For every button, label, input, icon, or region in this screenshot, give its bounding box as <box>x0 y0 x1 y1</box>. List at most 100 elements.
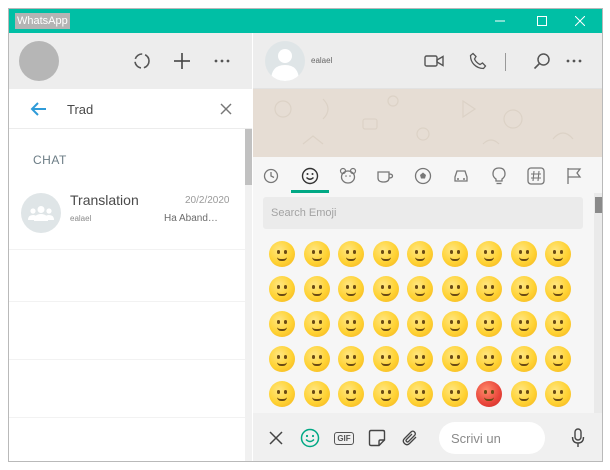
emoji-button[interactable] <box>369 236 404 271</box>
emoji-button[interactable] <box>403 341 438 376</box>
emoji-button[interactable] <box>265 236 300 271</box>
microphone-icon[interactable] <box>567 427 589 449</box>
scrollbar-thumb[interactable] <box>595 197 602 213</box>
emoji-icon <box>407 240 434 267</box>
message-input[interactable] <box>439 422 545 454</box>
symbols-icon[interactable] <box>525 165 547 187</box>
emoji-button[interactable] <box>369 271 404 306</box>
emoji-button[interactable] <box>507 306 542 341</box>
emoji-button[interactable] <box>507 376 542 411</box>
emoji-button[interactable] <box>300 341 335 376</box>
search-bar <box>9 89 252 129</box>
emoji-button[interactable] <box>334 306 369 341</box>
emoji-button[interactable] <box>334 341 369 376</box>
voice-call-icon[interactable] <box>467 50 489 72</box>
emoji-button[interactable] <box>265 271 300 306</box>
emoji-icon <box>338 345 365 372</box>
emoji-button[interactable] <box>472 236 507 271</box>
emoji-button[interactable] <box>403 306 438 341</box>
close-icon[interactable] <box>265 427 287 449</box>
search-input[interactable] <box>67 102 207 117</box>
emoji-button[interactable] <box>334 236 369 271</box>
list-item[interactable]: Translation 20/2/2020 ealael Ha Aband… <box>9 181 245 249</box>
emoji-button[interactable] <box>541 306 576 341</box>
emoji-button[interactable] <box>541 236 576 271</box>
emoji-button[interactable] <box>369 376 404 411</box>
emoji-search-input[interactable] <box>263 197 583 229</box>
sticker-icon[interactable] <box>366 427 388 449</box>
emoji-icon <box>407 380 434 407</box>
emoji-button[interactable] <box>438 376 473 411</box>
emoji-button[interactable] <box>507 236 542 271</box>
food-icon[interactable] <box>374 165 396 187</box>
group-icon <box>21 193 61 233</box>
emoji-button[interactable] <box>369 306 404 341</box>
video-call-icon[interactable] <box>423 50 445 72</box>
minimize-icon[interactable] <box>485 9 515 33</box>
arrow-left-icon[interactable] <box>29 99 49 119</box>
emoji-button[interactable] <box>334 376 369 411</box>
emoji-button[interactable] <box>300 306 335 341</box>
new-chat-icon[interactable] <box>171 50 193 72</box>
gif-label: GIF <box>334 431 354 445</box>
maximize-icon[interactable] <box>527 9 557 33</box>
scrollbar-thumb[interactable] <box>245 129 252 185</box>
menu-icon[interactable] <box>211 50 233 72</box>
attach-icon[interactable] <box>399 427 421 449</box>
avatar[interactable] <box>19 41 59 81</box>
emoji-button[interactable] <box>472 306 507 341</box>
emoji-button[interactable] <box>541 376 576 411</box>
menu-icon[interactable] <box>563 50 585 72</box>
emoji-button[interactable] <box>438 306 473 341</box>
emoji-button[interactable] <box>438 271 473 306</box>
conversation-header: ealael <box>253 33 602 89</box>
emoji-button[interactable] <box>300 376 335 411</box>
emoji-button[interactable] <box>507 341 542 376</box>
emoji-button[interactable] <box>507 271 542 306</box>
avatar[interactable] <box>265 41 305 81</box>
emoji-button[interactable] <box>541 341 576 376</box>
gif-icon[interactable]: GIF <box>333 427 355 449</box>
emoji-button[interactable] <box>300 271 335 306</box>
section-label: CHAT <box>33 153 67 167</box>
emoji-row <box>265 306 585 341</box>
emoji-button[interactable] <box>438 236 473 271</box>
flags-icon[interactable] <box>563 165 585 187</box>
emoji-icon <box>510 310 537 337</box>
recent-icon[interactable] <box>260 165 282 187</box>
emoji-icon <box>441 275 468 302</box>
divider <box>9 417 245 418</box>
emoji-button[interactable] <box>472 376 507 411</box>
emoji-button[interactable] <box>472 271 507 306</box>
emoji-icon <box>510 275 537 302</box>
emoji-button[interactable] <box>265 306 300 341</box>
emoji-icon <box>303 310 330 337</box>
emoji-button[interactable] <box>403 236 438 271</box>
emoji-button[interactable] <box>265 376 300 411</box>
smiley-icon[interactable] <box>299 165 321 187</box>
emoji-button[interactable] <box>403 271 438 306</box>
activity-icon[interactable] <box>412 165 434 187</box>
emoji-button[interactable] <box>369 341 404 376</box>
emoji-button[interactable] <box>403 376 438 411</box>
close-icon[interactable] <box>565 9 595 33</box>
emoji-button[interactable] <box>438 341 473 376</box>
search-icon[interactable] <box>531 50 553 72</box>
scrollbar[interactable] <box>594 193 602 413</box>
emoji-icon <box>510 240 537 267</box>
emoji-button[interactable] <box>541 271 576 306</box>
emoji-icon[interactable] <box>299 427 321 449</box>
divider <box>9 301 245 302</box>
emoji-button[interactable] <box>265 341 300 376</box>
animal-icon[interactable] <box>337 165 359 187</box>
emoji-button[interactable] <box>472 341 507 376</box>
emoji-row <box>265 376 585 411</box>
objects-icon[interactable] <box>488 165 510 187</box>
emoji-button[interactable] <box>334 271 369 306</box>
scrollbar[interactable] <box>245 129 252 461</box>
close-icon[interactable] <box>219 102 233 116</box>
emoji-button[interactable] <box>300 236 335 271</box>
status-icon[interactable] <box>131 50 153 72</box>
travel-icon[interactable] <box>450 165 472 187</box>
emoji-icon <box>476 240 503 267</box>
